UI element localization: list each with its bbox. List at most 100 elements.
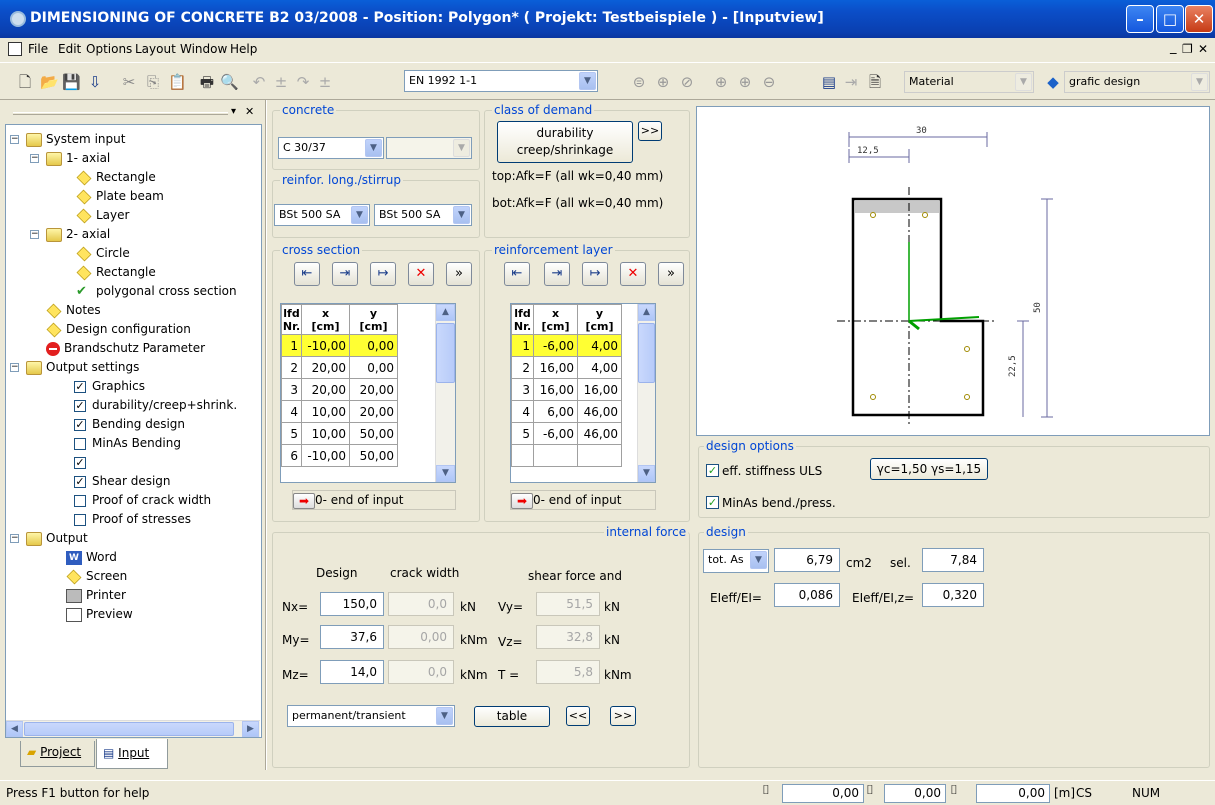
tree-polygonal[interactable]: ✔ polygonal cross section: [76, 282, 252, 300]
close-icon[interactable]: ✕: [1185, 5, 1213, 33]
table-cell[interactable]: 2: [281, 356, 302, 379]
table-cell[interactable]: 16,00: [533, 356, 578, 379]
tree-hscrollbar[interactable]: ◀ ▶: [6, 720, 260, 737]
cs-vscrollbar[interactable]: ▲ ▼: [435, 304, 455, 482]
table-row[interactable]: 3 16,00 16,00: [511, 378, 622, 401]
table-cell[interactable]: 5: [511, 422, 534, 445]
zoom-in-icon[interactable]: ⊕: [736, 73, 754, 91]
zoom-out-icon[interactable]: ⊖: [760, 73, 778, 91]
maximize-icon[interactable]: □: [1156, 5, 1184, 33]
table-cell[interactable]: 4: [511, 400, 534, 423]
tree-plate-beam[interactable]: Plate beam: [76, 187, 164, 205]
my-input[interactable]: 37,6: [320, 625, 384, 649]
chevron-down-icon[interactable]: ▼: [1015, 73, 1032, 91]
checkbox-checked[interactable]: ✓: [74, 380, 86, 393]
chevron-down-icon[interactable]: ▼: [1191, 73, 1208, 91]
chevron-down-icon[interactable]: ▼: [436, 707, 453, 725]
demand-more-button[interactable]: >>: [638, 121, 662, 141]
mdi-restore-icon[interactable]: ❐: [1182, 42, 1193, 56]
table-cell[interactable]: 10,00: [301, 400, 350, 423]
table-cell[interactable]: 16,00: [577, 378, 622, 401]
graphic-view[interactable]: 30 12,5 50 22,5: [696, 106, 1210, 436]
menu-file[interactable]: File: [28, 42, 48, 56]
append-row-icon[interactable]: ⇥: [332, 262, 358, 286]
table-cell[interactable]: 20,00: [301, 356, 350, 379]
redo-list-icon[interactable]: ±: [316, 73, 334, 91]
table-cell[interactable]: 46,00: [577, 400, 622, 423]
collapse-icon[interactable]: −: [30, 230, 39, 239]
tree-crack[interactable]: Proof of crack width: [74, 491, 211, 509]
tree-circle[interactable]: Circle: [76, 244, 130, 262]
scroll-up-icon[interactable]: ▲: [436, 304, 455, 321]
table-cell[interactable]: 46,00: [577, 422, 622, 445]
t-input[interactable]: 5,8: [536, 660, 600, 684]
tree-word[interactable]: W Word: [66, 548, 117, 566]
table-cell[interactable]: -10,00: [301, 334, 350, 357]
table-row[interactable]: 5 -6,00 46,00: [511, 422, 622, 445]
append-row-icon[interactable]: ⇥: [544, 262, 570, 286]
tree-printer[interactable]: Printer: [66, 586, 126, 604]
copy-icon[interactable]: ⎘: [144, 73, 162, 91]
mz-input[interactable]: 14,0: [320, 660, 384, 684]
table-cell[interactable]: 1: [511, 334, 534, 357]
reinf-layer-table[interactable]: lfd Nr. x [cm] y [cm] 1 -6,00 4,00 2 16,00 4,00 3 16…: [510, 303, 656, 483]
chevron-down-icon[interactable]: ▼: [750, 551, 767, 569]
chevron-down-icon[interactable]: ▼: [579, 72, 596, 90]
table-cell[interactable]: -6,00: [533, 334, 578, 357]
menu-edit[interactable]: Edit: [58, 42, 81, 56]
tab-project[interactable]: ▰ Project: [20, 741, 95, 767]
table-cell[interactable]: 6: [281, 444, 302, 467]
tab-input[interactable]: ▤ Input: [96, 739, 168, 769]
as-mode-select[interactable]: tot. As ▼: [703, 549, 769, 573]
layout-icon[interactable]: ▤: [820, 73, 838, 91]
scroll-thumb[interactable]: [638, 323, 655, 383]
table-cell[interactable]: 6,00: [533, 400, 578, 423]
tree-rectangle-2[interactable]: Rectangle: [76, 263, 156, 281]
table-cell[interactable]: 50,00: [349, 444, 398, 467]
pan-icon[interactable]: ⊕: [712, 73, 730, 91]
table-row[interactable]: 3 20,00 20,00: [281, 378, 398, 401]
next-row-icon[interactable]: ↦: [370, 262, 396, 286]
load-case-select[interactable]: permanent/transient ▼: [287, 705, 455, 727]
undo-icon[interactable]: ↶: [250, 73, 268, 91]
tree-1-axial[interactable]: 1- axial: [46, 149, 110, 167]
paste-icon[interactable]: 📋: [168, 73, 187, 91]
checkbox-checked[interactable]: ✓: [74, 399, 86, 412]
mdi-minimize-icon[interactable]: _: [1170, 40, 1177, 55]
table-row[interactable]: 4 6,00 46,00: [511, 400, 622, 423]
nx-crack-input[interactable]: 0,0: [388, 592, 454, 616]
table-cell[interactable]: 4,00: [577, 334, 622, 357]
checkbox-checked[interactable]: ✓: [74, 418, 86, 431]
concrete-sub-select[interactable]: ▼: [386, 137, 472, 159]
print-icon[interactable]: 🖶: [198, 73, 216, 91]
table-row[interactable]: 1 -6,00 4,00: [511, 334, 622, 357]
durability-button[interactable]: durability creep/shrinkage: [497, 121, 633, 163]
table-cell[interactable]: 3: [281, 378, 302, 401]
table-cell[interactable]: -6,00: [533, 422, 578, 445]
checkbox-unchecked[interactable]: [74, 513, 86, 526]
tree-fire[interactable]: Brandschutz Parameter: [46, 339, 205, 357]
menu-layout[interactable]: Layout: [135, 42, 176, 56]
scroll-down-icon[interactable]: ▼: [638, 465, 655, 482]
mdi-doc-icon[interactable]: [8, 42, 22, 56]
table-row[interactable]: 5 10,00 50,00: [281, 422, 398, 445]
redo-icon[interactable]: ↷: [294, 73, 312, 91]
nx-input[interactable]: 150,0: [320, 592, 384, 616]
tree-output[interactable]: Output: [26, 529, 88, 547]
insert-row-icon[interactable]: ⇤: [294, 262, 320, 286]
zoom-window-icon[interactable]: ⊕: [654, 73, 672, 91]
tree-shear[interactable]: ✓ Shear design: [74, 472, 171, 490]
delete-row-icon[interactable]: ✕: [408, 262, 434, 286]
table-row[interactable]: 6 -10,00 50,00: [281, 444, 398, 467]
save-icon[interactable]: 💾: [62, 73, 81, 91]
checkbox-unchecked[interactable]: [74, 437, 86, 450]
long-reinf-select[interactable]: BSt 500 SA ▼: [274, 204, 370, 226]
table-row[interactable]: 2 20,00 0,00: [281, 356, 398, 379]
tree-2-axial[interactable]: 2- axial: [46, 225, 110, 243]
tree-minas[interactable]: MinAs Bending: [74, 434, 181, 452]
table-cell[interactable]: [533, 444, 578, 467]
page-icon[interactable]: 🗎: [866, 73, 884, 91]
table-button[interactable]: table: [474, 706, 550, 727]
menu-help[interactable]: Help: [230, 42, 257, 56]
scroll-right-icon[interactable]: ▶: [242, 721, 259, 737]
